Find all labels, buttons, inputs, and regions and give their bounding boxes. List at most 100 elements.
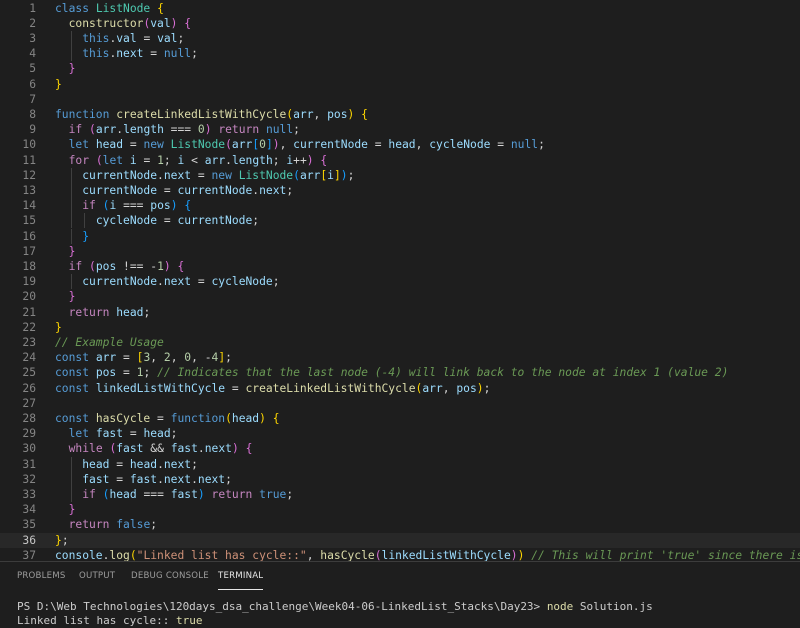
code-token: === bbox=[116, 199, 151, 213]
code-line[interactable]: 12 currentNode.next = new ListNode(arr[i… bbox=[0, 168, 800, 183]
code-line[interactable]: 29 let fast = head; bbox=[0, 426, 800, 441]
line-number: 11 bbox=[22, 153, 36, 167]
code-token: } bbox=[55, 533, 62, 547]
code-token: ) bbox=[306, 153, 314, 167]
code-line[interactable]: 31 head = head.next; bbox=[0, 457, 800, 472]
code-token: // Example Usage bbox=[55, 335, 164, 349]
code-line[interactable]: 14 if (i === pos) { bbox=[0, 198, 800, 213]
code-line[interactable]: 17 } bbox=[0, 244, 800, 259]
code-token: null bbox=[265, 123, 294, 137]
code-line[interactable]: 21 return head; bbox=[0, 305, 800, 320]
code-token: < bbox=[184, 153, 205, 167]
code-token: function bbox=[55, 107, 110, 121]
code-line[interactable]: 33 if (head === fast) return true; bbox=[0, 487, 800, 502]
terminal-output[interactable]: PS D:\Web Technologies\120days_dsa_chall… bbox=[17, 600, 653, 628]
code-line[interactable]: 9 if (arr.length === 0) return null; bbox=[0, 122, 800, 137]
line-number: 23 bbox=[22, 335, 36, 349]
code-line[interactable]: 11 for (let i = 1; i < arr.length; i++) … bbox=[0, 153, 800, 168]
code-token: currentNode bbox=[293, 138, 368, 152]
line-number: 34 bbox=[22, 503, 36, 517]
code-line[interactable]: 3 this.val = val; bbox=[0, 31, 800, 46]
code-line[interactable]: 20 } bbox=[0, 289, 800, 304]
code-line[interactable]: 8 function createLinkedListWithCycle(arr,… bbox=[0, 107, 800, 122]
code-token: && bbox=[143, 442, 171, 456]
code-line[interactable]: 24 const arr = [3, 2, 0, -4]; bbox=[0, 350, 800, 365]
code-line[interactable]: 1 class ListNode { bbox=[0, 1, 800, 16]
code-editor[interactable]: 1 class ListNode {2 constructor(val) {3 t… bbox=[0, 0, 800, 561]
code-line[interactable]: 19 currentNode.next = cycleNode; bbox=[0, 274, 800, 289]
tab-debug-console[interactable]: DEBUG CONSOLE bbox=[131, 571, 209, 589]
code-text: if (i === pos) { bbox=[55, 198, 191, 213]
code-line[interactable]: 15 cycleNode = currentNode; bbox=[0, 213, 800, 228]
code-token: ( bbox=[293, 168, 300, 182]
code-token: ) bbox=[476, 381, 484, 395]
tab-problems[interactable]: PROBLEMS bbox=[17, 571, 66, 589]
code-line[interactable]: 18 if (pos !== -1) { bbox=[0, 259, 800, 274]
code-token: { bbox=[320, 153, 328, 167]
line-number: 25 bbox=[22, 366, 36, 380]
code-token: = bbox=[116, 351, 137, 365]
indent-guide bbox=[70, 198, 72, 214]
code-text: let head = new ListNode(arr[0]), current… bbox=[55, 137, 545, 152]
line-number: 13 bbox=[22, 183, 36, 197]
code-token: } bbox=[82, 229, 90, 243]
code-line[interactable]: 16 } bbox=[0, 229, 800, 244]
code-line[interactable]: 7 bbox=[0, 92, 800, 107]
code-line[interactable]: 6} bbox=[0, 77, 800, 92]
code-line[interactable]: 30 while (fast && fast.next) { bbox=[0, 441, 800, 456]
code-line[interactable]: 2 constructor(val) { bbox=[0, 16, 800, 31]
code-token: = bbox=[109, 472, 130, 486]
code-line[interactable]: 13 currentNode = currentNode.next; bbox=[0, 183, 800, 198]
code-line[interactable]: 23 // Example Usage bbox=[0, 335, 800, 350]
code-line[interactable]: 28 const hasCycle = function(head) { bbox=[0, 411, 800, 426]
line-number: 17 bbox=[22, 244, 36, 258]
code-line[interactable]: 25 const pos = 1; // Indicates that the l… bbox=[0, 365, 800, 380]
code-token: ; bbox=[286, 183, 294, 197]
code-token: = bbox=[136, 153, 158, 167]
code-line[interactable]: 32 fast = fast.next.next; bbox=[0, 472, 800, 487]
code-line[interactable]: 37 console.log("Linked list has cycle::",… bbox=[0, 548, 800, 561]
code-token: createLinkedListWithCycle bbox=[116, 107, 287, 121]
code-token: !== - bbox=[116, 259, 158, 273]
code-token: fast bbox=[82, 472, 110, 486]
code-text: } bbox=[55, 289, 76, 304]
code-text: head = head.next; bbox=[55, 457, 198, 472]
code-token: = bbox=[136, 31, 158, 45]
code-token: { bbox=[245, 442, 253, 456]
code-line[interactable]: 27 bbox=[0, 396, 800, 411]
line-number: 12 bbox=[22, 168, 36, 182]
code-line[interactable]: 34 } bbox=[0, 502, 800, 517]
code-token: currentNode bbox=[82, 275, 158, 289]
code-token: hasCycle bbox=[95, 411, 151, 425]
code-line[interactable]: 22} bbox=[0, 320, 800, 335]
tab-terminal[interactable]: TERMINAL bbox=[218, 571, 264, 590]
code-line[interactable]: 5 } bbox=[0, 61, 800, 76]
code-line[interactable]: 26 const linkedListWithCycle = createLink… bbox=[0, 381, 800, 396]
code-token: next bbox=[116, 47, 144, 61]
code-token: ; bbox=[143, 366, 158, 380]
code-line[interactable]: 35 return false; bbox=[0, 517, 800, 532]
code-line[interactable]: 4 this.next = null; bbox=[0, 46, 800, 61]
code-text: const pos = 1; // Indicates that the las… bbox=[55, 365, 728, 380]
code-line[interactable]: 36}; bbox=[0, 532, 800, 548]
code-token: = bbox=[368, 138, 389, 152]
tab-output[interactable]: OUTPUT bbox=[79, 571, 115, 589]
code-token: this bbox=[82, 47, 110, 61]
code-token: ; bbox=[177, 31, 185, 45]
code-text: }; bbox=[55, 533, 69, 548]
code-token: next bbox=[259, 183, 287, 197]
code-token: ( bbox=[95, 153, 103, 167]
code-line[interactable]: 10 let head = new ListNode(arr[0]), curr… bbox=[0, 137, 800, 152]
code-text: while (fast && fast.next) { bbox=[55, 441, 253, 456]
code-token: linkedListWithCycle bbox=[381, 548, 511, 561]
